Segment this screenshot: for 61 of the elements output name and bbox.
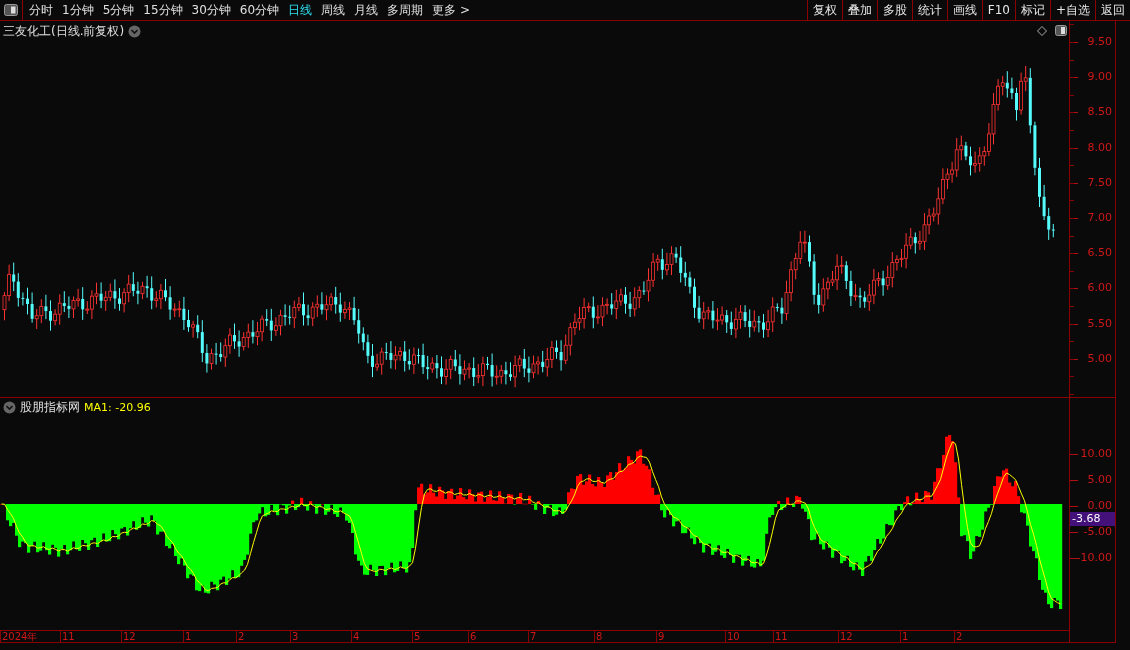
time-label: 8 <box>596 631 603 643</box>
dropdown-icon[interactable] <box>128 25 142 38</box>
time-label: 3 <box>292 631 299 643</box>
axis-label: 5.50 <box>1087 316 1112 331</box>
time-label: 2024年 <box>2 631 38 643</box>
time-label: 12 <box>123 631 136 643</box>
toolbar-button[interactable]: 标记 <box>1014 0 1050 20</box>
time-label: 6 <box>470 631 477 643</box>
time-label: 11 <box>62 631 75 643</box>
toolbar-button[interactable]: +自选 <box>1049 0 1095 20</box>
toolbar-button[interactable]: 返回 <box>1095 0 1130 20</box>
dropdown-icon[interactable] <box>3 401 16 414</box>
time-label: 5 <box>414 631 421 643</box>
time-label: 7 <box>530 631 537 643</box>
time-label: 9 <box>658 631 665 643</box>
axis-label: 7.00 <box>1087 211 1112 225</box>
axis-label: 9.50 <box>1087 35 1112 49</box>
toolbar-button[interactable]: 画线 <box>946 0 982 20</box>
axis-label: 7.50 <box>1087 175 1112 190</box>
period-tab[interactable]: 30分钟 <box>191 1 231 19</box>
axis-label: 10.00 <box>1080 448 1112 460</box>
period-tab[interactable]: 周线 <box>321 1 346 19</box>
toolbar-button[interactable]: 统计 <box>911 0 947 20</box>
ma-reading: MA1: -20.96 <box>84 401 151 414</box>
indicator-title: 股朋指标网 <box>20 399 80 416</box>
stock-title: 三友化工(日线.前复权) <box>3 23 125 40</box>
axis-label: 6.50 <box>1087 246 1112 261</box>
current-value-tag: -3.68 <box>1070 512 1115 526</box>
toolbar-button[interactable]: 复权 <box>806 0 842 20</box>
time-label: 2 <box>956 631 963 643</box>
axis-label: 0.00 <box>1087 500 1112 512</box>
toolbar-button[interactable]: 叠加 <box>841 0 877 20</box>
panel-toggle-icon[interactable] <box>4 4 18 16</box>
axis-label: 6.00 <box>1087 281 1112 296</box>
time-label: 1 <box>902 631 909 643</box>
time-label: 10 <box>727 631 740 643</box>
time-label: 4 <box>353 631 360 643</box>
period-tab[interactable]: 月线 <box>354 1 379 19</box>
time-label: 11 <box>775 631 788 643</box>
period-tab[interactable]: 多周期 <box>387 1 424 19</box>
time-label: 1 <box>185 631 192 643</box>
toolbar-button[interactable]: 多股 <box>876 0 912 20</box>
diamond-icon[interactable] <box>1037 25 1047 36</box>
period-tab[interactable]: 15分钟 <box>143 1 183 19</box>
time-label: 2 <box>238 631 245 643</box>
period-tab[interactable]: 1分钟 <box>62 1 94 19</box>
axis-label: 5.00 <box>1087 474 1112 486</box>
period-tab[interactable]: 日线 <box>288 1 313 19</box>
panel-toggle-icon[interactable] <box>1055 25 1067 36</box>
period-tab[interactable]: 分时 <box>29 1 53 19</box>
axis-label: -5.00 <box>1083 526 1112 538</box>
axis-label: 8.00 <box>1087 140 1112 155</box>
axis-label: 9.00 <box>1087 70 1112 85</box>
axis-label: 8.50 <box>1087 105 1112 120</box>
toolbar-button[interactable]: F10 <box>981 0 1015 20</box>
axis-label: 5.00 <box>1087 351 1112 366</box>
period-tab[interactable]: 更多 > <box>432 1 470 19</box>
period-tab[interactable]: 5分钟 <box>102 1 135 19</box>
axis-label: -10.00 <box>1076 552 1112 564</box>
period-tab[interactable]: 60分钟 <box>239 1 280 19</box>
time-label: 12 <box>840 631 853 643</box>
